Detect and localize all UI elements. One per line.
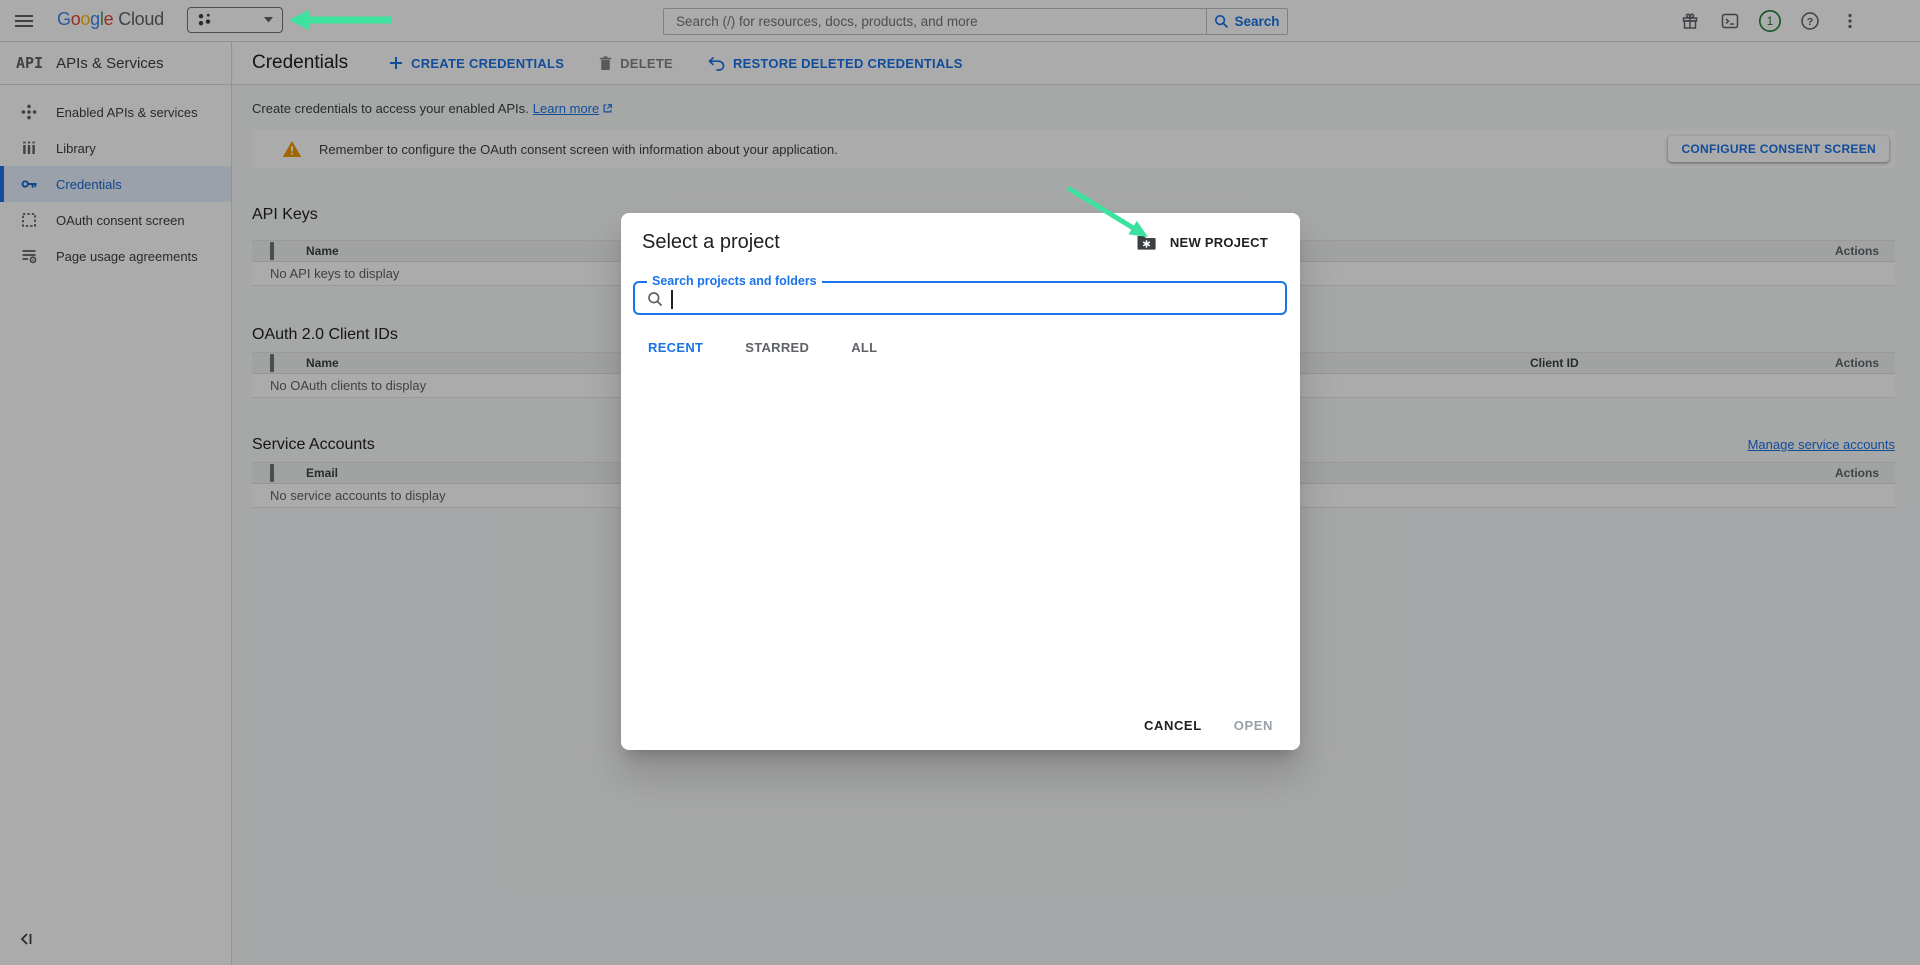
tab-recent[interactable]: RECENT <box>648 340 703 355</box>
open-button[interactable]: OPEN <box>1234 718 1273 733</box>
dialog-project-list <box>621 355 1300 718</box>
select-project-dialog: Select a project NEW PROJECT Search proj… <box>621 213 1300 750</box>
project-search-field[interactable]: Search projects and folders <box>633 281 1287 315</box>
tab-starred[interactable]: STARRED <box>745 340 809 355</box>
text-cursor <box>671 290 673 309</box>
project-search-input[interactable] <box>671 285 1277 311</box>
new-project-button[interactable]: NEW PROJECT <box>1136 234 1280 251</box>
cancel-button[interactable]: CANCEL <box>1144 718 1202 733</box>
google-cloud-console: Google Cloud Search 1 <box>0 0 1920 965</box>
dialog-title: Select a project <box>642 231 780 254</box>
dialog-tabs: RECENT STARRED ALL <box>648 340 1300 355</box>
new-project-folder-icon <box>1136 234 1157 251</box>
search-icon <box>647 291 663 307</box>
tab-all[interactable]: ALL <box>851 340 877 355</box>
dialog-footer: CANCEL OPEN <box>621 718 1300 750</box>
